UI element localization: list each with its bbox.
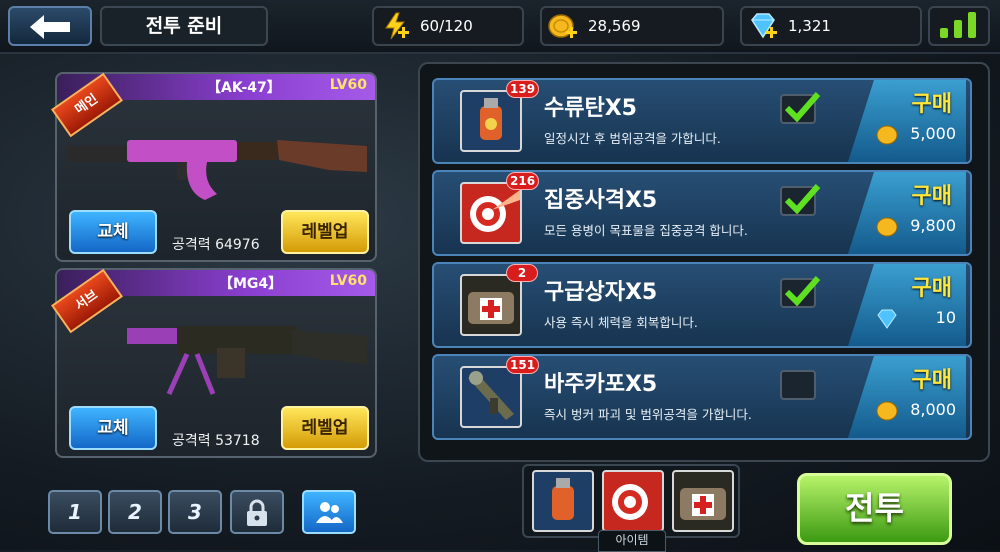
checkmark-icon bbox=[784, 92, 821, 123]
buy-label: 구매 bbox=[911, 368, 952, 393]
item-count-badge: 151 bbox=[506, 356, 540, 374]
weapon-name: 【AK-47】 bbox=[207, 80, 281, 96]
swap-weapon-button[interactable]: 교체 bbox=[69, 406, 157, 450]
ak47-weapon-icon bbox=[67, 140, 367, 200]
item-description: 사용 즉시 체력을 회복합니다. bbox=[544, 315, 698, 330]
bazooka-icon bbox=[460, 366, 522, 428]
swap-weapon-button[interactable]: 교체 bbox=[69, 210, 157, 254]
item-price: 8,000 bbox=[910, 400, 956, 419]
item-name: 바주카포X5 bbox=[544, 372, 658, 397]
energy-counter[interactable]: 60/120 bbox=[372, 6, 524, 46]
loadout-slot-2[interactable]: 2 bbox=[108, 490, 162, 534]
item-description: 모든 용병이 목표물을 집중공격 합니다. bbox=[544, 223, 748, 238]
item-count-badge: 2 bbox=[506, 264, 538, 282]
item-name: 집중사격X5 bbox=[544, 188, 658, 213]
checkmark-icon bbox=[784, 276, 821, 307]
gold-counter[interactable]: 28,569 bbox=[540, 6, 724, 46]
gem-icon bbox=[877, 309, 897, 329]
weapon-name: 【MG4】 bbox=[219, 276, 283, 292]
item-row-grenade[interactable]: 139 수류탄X5 일정시간 후 범위공격을 가합니다. 구매 5,000 bbox=[432, 78, 972, 164]
loadout-slot-1[interactable]: 1 bbox=[48, 490, 102, 534]
equipped-target-icon[interactable] bbox=[602, 470, 664, 532]
item-description: 일정시간 후 범위공격을 가합니다. bbox=[544, 131, 721, 146]
back-arrow-icon bbox=[30, 15, 70, 39]
item-count-badge: 139 bbox=[506, 80, 540, 98]
back-button[interactable] bbox=[8, 6, 92, 46]
gold-coin-icon bbox=[876, 125, 898, 145]
locked-slot[interactable] bbox=[230, 490, 284, 534]
item-row-first-aid[interactable]: 2 구급상자X5 사용 즉시 체력을 회복합니다. 구매 10 bbox=[432, 262, 972, 348]
energy-value: 60/120 bbox=[420, 17, 473, 35]
weapon-power: 공격력 53718 bbox=[172, 433, 260, 449]
loadout-slot-3[interactable]: 3 bbox=[168, 490, 222, 534]
weapon-level: LV60 bbox=[329, 273, 367, 289]
item-count-badge: 216 bbox=[506, 172, 540, 190]
level-up-button[interactable]: 레벨업 bbox=[281, 406, 369, 450]
friends-button[interactable] bbox=[302, 490, 356, 534]
target-icon bbox=[460, 182, 522, 244]
gold-coin-icon bbox=[876, 217, 898, 237]
gem-plus-icon bbox=[751, 13, 777, 39]
gem-counter[interactable]: 1,321 bbox=[740, 6, 922, 46]
signal-icon bbox=[928, 6, 990, 46]
item-price: 5,000 bbox=[910, 124, 956, 143]
gem-value: 1,321 bbox=[788, 17, 831, 35]
buy-label: 구매 bbox=[911, 92, 952, 117]
item-checkbox[interactable] bbox=[780, 184, 821, 216]
equipped-items-label: 아이템 bbox=[598, 530, 666, 552]
mg4-weapon-icon bbox=[127, 326, 367, 396]
equipped-first-aid-icon[interactable] bbox=[672, 470, 734, 532]
gold-value: 28,569 bbox=[588, 17, 641, 35]
level-up-button[interactable]: 레벨업 bbox=[281, 210, 369, 254]
gold-coin-icon bbox=[876, 401, 898, 421]
grenade-icon bbox=[460, 90, 522, 152]
checkmark-icon bbox=[784, 184, 821, 215]
gold-coin-plus-icon bbox=[548, 14, 577, 38]
buy-label: 구매 bbox=[911, 276, 952, 301]
weapon-power: 공격력 64976 bbox=[172, 237, 260, 253]
item-row-focus-fire[interactable]: 216 집중사격X5 모든 용병이 목표물을 집중공격 합니다. 구매 9,80… bbox=[432, 170, 972, 256]
lock-icon bbox=[247, 499, 267, 526]
weapon-level: LV60 bbox=[329, 77, 367, 93]
energy-plus-icon bbox=[385, 12, 409, 40]
item-name: 수류탄X5 bbox=[544, 96, 637, 121]
battle-button[interactable]: 전투 bbox=[797, 473, 952, 545]
friends-icon bbox=[316, 502, 343, 523]
first-aid-kit-icon bbox=[460, 274, 522, 336]
buy-label: 구매 bbox=[911, 184, 952, 209]
item-price: 10 bbox=[935, 308, 956, 327]
item-checkbox[interactable] bbox=[780, 92, 821, 124]
item-price: 9,800 bbox=[910, 216, 956, 235]
item-name: 구급상자X5 bbox=[544, 280, 658, 305]
item-row-bazooka[interactable]: 151 바주카포X5 즉시 벙커 파괴 및 범위공격을 가합니다. 구매 8,0… bbox=[432, 354, 972, 440]
item-checkbox[interactable] bbox=[780, 276, 821, 308]
item-checkbox[interactable] bbox=[780, 370, 816, 400]
item-description: 즉시 벙커 파괴 및 범위공격을 가합니다. bbox=[544, 407, 752, 422]
equipped-grenade-icon[interactable] bbox=[532, 470, 594, 532]
page-title: 전투 준비 bbox=[100, 6, 268, 46]
